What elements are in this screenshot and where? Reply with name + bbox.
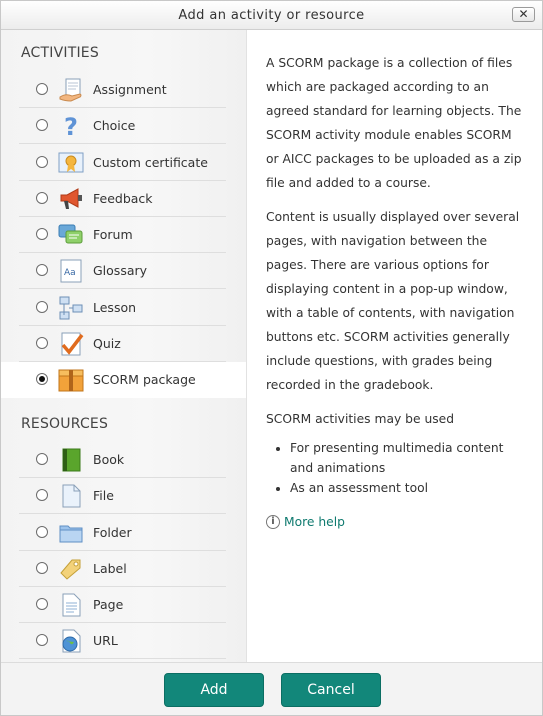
help-paragraph-2: Content is usually displayed over severa… [266,210,520,392]
option-radio[interactable] [36,119,48,132]
option-assignment[interactable]: Assignment [1,72,246,108]
option-page[interactable]: Page [1,587,246,623]
scorm-icon [58,367,84,393]
option-label: Custom certificate [93,154,208,170]
option-label[interactable]: Label [1,551,246,587]
forum-icon [58,222,84,248]
info-icon: i [266,515,280,529]
help-paragraph-3: SCORM activities may be used [266,412,455,426]
option-scorm-package[interactable]: SCORM package [1,362,246,398]
option-label: Lesson [93,299,137,315]
option-file[interactable]: File [1,478,246,515]
dialog-footer: Add Cancel [1,662,542,715]
option-url[interactable]: URL [1,623,246,660]
option-label: Quiz [93,335,121,351]
option-label: Choice [93,118,136,134]
certificate-icon [58,150,84,176]
option-label: File [93,488,114,504]
assignment-icon [58,77,84,103]
option-radio[interactable] [36,561,48,574]
option-label: Feedback [93,190,153,206]
option-folder[interactable]: Folder [1,515,246,551]
option-label: Glossary [93,263,148,279]
option-radio[interactable] [36,489,48,502]
svg-text:Aa: Aa [64,268,76,278]
option-radio[interactable] [36,453,48,465]
resources-heading: RESOURCES [21,416,109,432]
option-radio[interactable] [36,155,48,168]
option-radio[interactable] [36,336,48,349]
label-icon [58,556,84,582]
option-feedback[interactable]: Feedback [1,181,246,217]
option-label: Book [93,452,125,467]
option-radio[interactable] [36,83,48,95]
option-label: Label [93,560,127,576]
option-lesson[interactable]: Lesson [1,290,246,326]
more-help-label[interactable]: More help [284,510,345,534]
option-label: Forum [93,227,133,242]
option-custom-certificate[interactable]: Custom certificate [1,145,246,181]
choice-icon: ? [58,113,84,141]
help-paragraph-1: A SCORM package is a collection of files… [266,56,522,190]
add-button[interactable]: Add [164,673,264,707]
book-icon [58,447,84,473]
help-bullet: As an assessment tool [290,478,526,498]
option-radio[interactable] [36,300,48,313]
close-button[interactable]: ✕ [512,7,535,22]
option-label: Page [93,597,124,612]
page-icon [58,592,84,618]
activities-heading: ACTIVITIES [21,45,99,61]
help-panel: A SCORM package is a collection of files… [246,30,542,662]
option-book[interactable]: Book [1,442,246,478]
option-quiz[interactable]: Quiz [1,326,246,362]
more-help-link[interactable]: i More help [266,510,345,534]
file-icon [58,483,84,509]
cancel-button[interactable]: Cancel [281,673,381,707]
option-label: URL [93,633,118,649]
option-label: Folder [93,524,132,540]
help-bullet: For presenting multimedia content and an… [290,438,526,478]
help-bullet-list: For presenting multimedia content and an… [290,438,526,498]
option-radio[interactable] [36,228,48,240]
glossary-icon: Aa [58,258,84,284]
add-activity-dialog: Add an activity or resource ✕ ACTIVITIES… [0,0,543,716]
dialog-header: Add an activity or resource ✕ [1,1,542,30]
feedback-icon [58,186,84,212]
folder-icon [58,520,84,546]
option-forum[interactable]: Forum [1,217,246,253]
option-label: SCORM package [93,372,196,387]
option-radio[interactable] [36,264,48,277]
option-radio[interactable] [36,191,48,204]
option-radio[interactable] [36,634,48,647]
quiz-icon [58,331,84,357]
option-radio[interactable] [36,598,48,610]
option-choice[interactable]: ? Choice [1,108,246,145]
dialog-title: Add an activity or resource [178,8,365,23]
lesson-icon [58,295,84,321]
option-radio[interactable] [36,525,48,538]
svg-text:?: ? [64,113,78,139]
option-glossary[interactable]: Aa Glossary [1,253,246,290]
options-panel: ACTIVITIES Assignment? Choice Custom certi… [1,30,246,662]
divider [19,658,226,660]
option-radio[interactable] [36,373,48,385]
option-label: Assignment [93,82,167,97]
url-icon [58,628,84,654]
